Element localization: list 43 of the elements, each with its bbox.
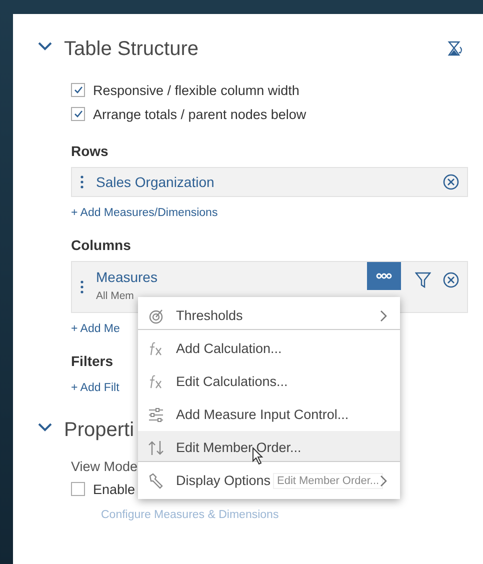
tooltip: Edit Member Order... (273, 473, 384, 489)
more-icon (376, 273, 392, 279)
section-title: Properti (64, 418, 134, 442)
checkbox-label: Arrange totals / parent nodes below (93, 106, 306, 122)
checkmark-icon (74, 110, 82, 118)
dimension-name[interactable]: Measures (96, 266, 355, 288)
chevron-right-icon (380, 310, 388, 322)
dimension-subtitle: All Mem (96, 290, 135, 302)
menu-item[interactable]: Display Options Edit Member Order... (138, 464, 400, 497)
checkbox-label: Responsive / flexible column width (93, 82, 300, 98)
group-label: Columns (71, 236, 131, 255)
sort-icon (148, 440, 164, 456)
add-link[interactable]: + Add Filt (71, 381, 120, 395)
menu-item[interactable]: Add Calculation... (138, 332, 400, 365)
checkmark-icon (74, 86, 82, 94)
function-icon (148, 340, 164, 356)
dimension-token[interactable]: Sales Organization (71, 167, 468, 197)
checkbox[interactable] (71, 107, 85, 121)
hourglass-icon[interactable] (447, 41, 463, 57)
dimension-name[interactable]: Sales Organization (96, 171, 431, 193)
menu-item[interactable]: Edit Member Order... (138, 431, 400, 464)
menu-item[interactable]: Add Measure Input Control... (138, 398, 400, 431)
checkbox[interactable] (71, 83, 85, 97)
chevron-right-icon (380, 474, 388, 486)
wrench-icon (148, 472, 164, 488)
filter-icon[interactable] (415, 272, 431, 288)
target-icon (148, 308, 164, 324)
group-label: Rows (71, 142, 108, 161)
close-icon[interactable] (443, 174, 459, 190)
close-icon[interactable] (443, 272, 459, 288)
drag-handle-icon (80, 175, 84, 189)
checkbox-label: Enable (93, 482, 136, 496)
more-button[interactable] (367, 262, 401, 290)
add-link[interactable]: + Add Me (71, 322, 120, 336)
group-label: Filters (71, 352, 114, 371)
field-label: View Mode (71, 458, 138, 476)
function-icon (148, 374, 164, 390)
sliders-icon (148, 406, 164, 422)
section-title: Table Structure (64, 38, 199, 60)
menu-item[interactable]: Edit Calculations... (138, 365, 400, 398)
drag-handle-icon (80, 280, 84, 294)
checkbox[interactable] (71, 482, 85, 496)
add-link[interactable]: + Add Measures/Dimensions (71, 206, 218, 220)
